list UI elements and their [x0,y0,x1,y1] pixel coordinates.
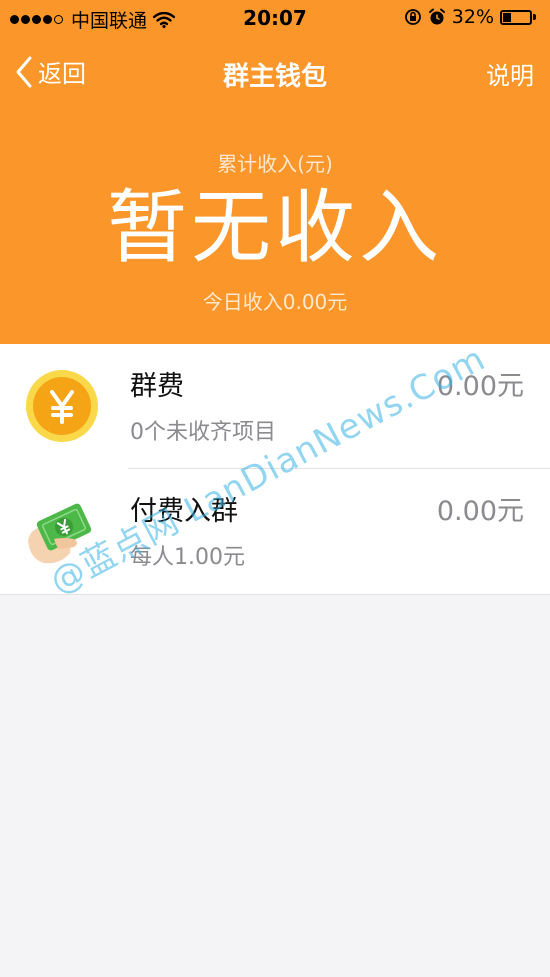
today-income: 今日收入0.00元 [202,290,348,314]
cash-hand-icon [28,503,92,564]
orientation-lock-icon [404,9,421,25]
total-income-value: 暂无收入 [107,181,443,274]
help-button[interactable]: 说明 [486,56,534,91]
item-subtitle: 0个未收齐项目 [130,420,276,445]
income-list: 群费 0个未收齐项目 0.00元 付费入群 每人1.00元 0.00元 [0,344,550,595]
battery-percent: 32% [451,6,494,28]
alarm-icon [428,8,445,25]
list-item-paid-entry[interactable]: 付费入群 每人1.00元 0.00元 [0,469,550,594]
item-title: 付费入群 [130,496,238,527]
page-title: 群主钱包 [222,62,327,92]
item-title: 群费 [130,371,184,402]
wallet-page: 中国联通 20:07 32% 返回 群主钱包 说明 累计收入(元) 暂无收入 今… [0,0,550,977]
item-amount: 0.00元 [436,496,524,527]
total-income-label: 累计收入(元) [217,152,333,176]
item-amount: 0.00元 [436,371,524,402]
item-subtitle: 每人1.00元 [130,545,245,570]
navigation-bar: 返回 群主钱包 说明 [0,44,550,102]
status-right: 32% [398,6,536,28]
list-item-group-fee[interactable]: 群费 0个未收齐项目 0.00元 [0,344,550,469]
status-bar: 中国联通 20:07 32% [0,0,550,36]
battery-icon [500,9,536,25]
coin-yuan-icon [26,370,98,442]
header-area: 中国联通 20:07 32% 返回 群主钱包 说明 累计收入(元) 暂无收入 今… [0,0,550,344]
